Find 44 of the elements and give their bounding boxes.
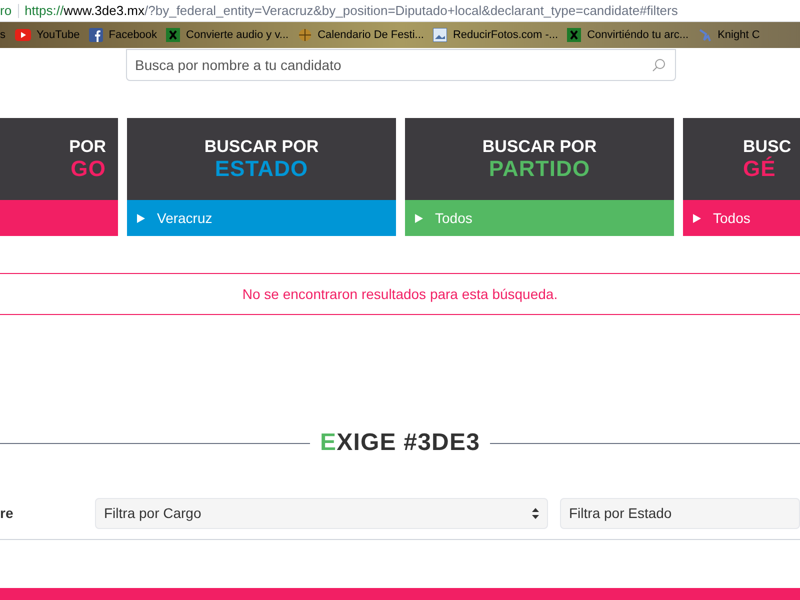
card-selection-bar[interactable]: Todos (683, 200, 800, 236)
bookmark-link[interactable]: Knight C (718, 26, 760, 44)
card-category: GÉ (743, 157, 776, 181)
filter-card[interactable]: POR GO (0, 118, 118, 236)
bookmark-link[interactable]: Calendario De Festi... (318, 26, 424, 44)
card-category: GO (70, 157, 106, 181)
url-text: https://www.3de3.mx/?by_federal_entity=Veracruz&by_position=Diputado+local&declarant_type=candidate#filters (24, 2, 678, 20)
select-field[interactable]: Filtra por Cargo (95, 498, 548, 528)
card-value: Todos (435, 208, 472, 228)
bookmark-link[interactable]: Convirtiéndo tu arc... (587, 26, 689, 44)
play-icon (415, 214, 423, 222)
globe-icon (298, 28, 312, 42)
card-title: BUSC (743, 137, 792, 156)
play-icon (137, 214, 145, 222)
search-icon (652, 58, 666, 72)
search-field[interactable]: Busca por nombre a tu candidato (126, 49, 676, 81)
video-icon (14, 29, 30, 41)
bookmark-link[interactable]: Convierte audio y v... (186, 26, 289, 44)
picture-icon (432, 28, 447, 42)
card-title: BUSCAR POR (482, 137, 597, 157)
no-results-message: No se encontraron resultados para esta búsqueda. (0, 273, 800, 315)
section-title: EXIGE #3DE3 (319, 428, 482, 458)
card-category: PARTIDO (488, 157, 590, 181)
card-title: BUSCAR POR (204, 137, 319, 157)
f-logo-icon (88, 28, 103, 42)
card-selection-bar[interactable] (0, 200, 118, 236)
filter-label: re (0, 504, 14, 522)
bookmark-link[interactable]: ReducirFotos.com -... (452, 26, 558, 44)
updown-arrows-icon (532, 508, 539, 518)
bookmark-link[interactable]: YouTube (36, 26, 80, 44)
address-text: ro (0, 2, 12, 20)
select-field[interactable]: Filtra por Estado (560, 498, 800, 528)
filter-card[interactable]: BUSCAR POR PARTIDO Todos (405, 118, 674, 236)
card-value: Todos (713, 208, 750, 228)
filter-card[interactable]: BUSC GÉ Todos (683, 118, 800, 236)
card-value: Veracruz (157, 208, 212, 228)
select-value: Filtra por Cargo (104, 504, 202, 523)
card-selection-bar[interactable]: Veracruz (127, 200, 396, 236)
bookmark-link[interactable]: Facebook (108, 26, 158, 44)
card-category: ESTADO (214, 157, 308, 181)
card-title: POR (69, 137, 106, 157)
select-value: Filtra por Estado (569, 504, 672, 523)
filter-card[interactable]: BUSCAR POR ESTADO Veracruz (127, 118, 396, 236)
play-icon (693, 214, 701, 222)
